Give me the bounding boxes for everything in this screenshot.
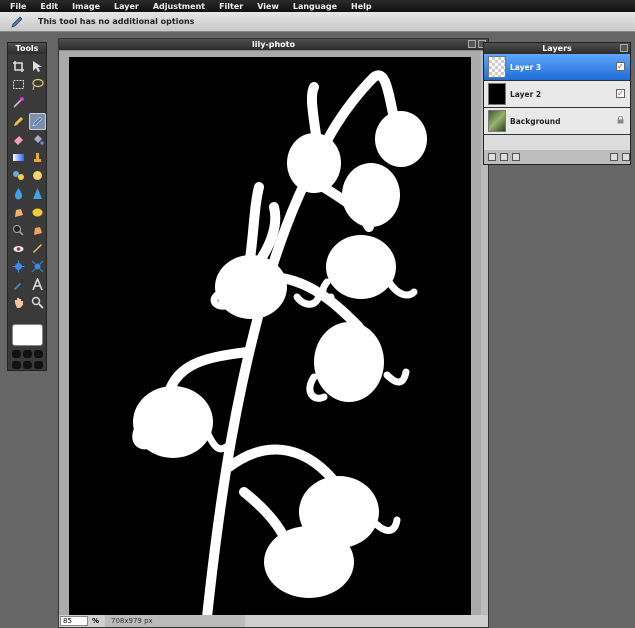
burn-tool-icon[interactable] bbox=[29, 222, 46, 239]
layer-row-layer-2[interactable]: Layer 2 ✓ bbox=[484, 81, 630, 108]
layer-name: Layer 2 bbox=[510, 89, 542, 99]
menu-image[interactable]: Image bbox=[72, 2, 100, 11]
color-swatch[interactable] bbox=[12, 324, 43, 346]
menu-language[interactable]: Language bbox=[293, 2, 337, 11]
drawing-tool-icon[interactable] bbox=[29, 167, 46, 184]
color-picker-icon[interactable] bbox=[10, 276, 27, 293]
crop-tool-icon[interactable] bbox=[10, 58, 27, 75]
pencil-tool-icon[interactable] bbox=[10, 113, 27, 130]
menu-filter[interactable]: Filter bbox=[219, 2, 243, 11]
image-dimensions: 708x979 px bbox=[105, 615, 246, 627]
tools-panel: Tools bbox=[7, 42, 47, 371]
black-thumbnail bbox=[488, 83, 506, 105]
layers-toolbar bbox=[484, 150, 630, 164]
visibility-checkbox[interactable]: ✓ bbox=[616, 89, 625, 98]
zoom-input[interactable]: 85 bbox=[60, 616, 88, 626]
swatch-options[interactable] bbox=[12, 350, 44, 370]
blur-tool-icon[interactable] bbox=[10, 185, 27, 202]
tool-options-message: This tool has no additional options bbox=[38, 17, 195, 26]
document-title: lily-photo bbox=[59, 39, 488, 50]
layer-name: Layer 3 bbox=[510, 62, 542, 72]
magic-wand-icon[interactable] bbox=[10, 94, 27, 111]
menu-edit[interactable]: Edit bbox=[40, 2, 58, 11]
photo-thumbnail bbox=[488, 110, 506, 132]
layer-style-icon[interactable] bbox=[500, 153, 508, 161]
close-icon[interactable] bbox=[620, 44, 628, 52]
menu-adjustment[interactable]: Adjustment bbox=[153, 2, 205, 11]
layer-row-layer-3[interactable]: Layer 3 ✓ bbox=[484, 54, 630, 81]
layers-panel: Layers Layer 3 ✓ Layer 2 ✓ Background bbox=[483, 42, 631, 165]
menu-help[interactable]: Help bbox=[351, 2, 372, 11]
menu-view[interactable]: View bbox=[257, 2, 279, 11]
marquee-tool-icon[interactable] bbox=[10, 76, 27, 93]
pinch-tool-icon[interactable] bbox=[29, 258, 46, 275]
spot-heal-icon[interactable] bbox=[29, 240, 46, 257]
document-window: lily-photo 85 % 708x979 px bbox=[58, 38, 489, 628]
layers-title-text: Layers bbox=[542, 44, 572, 53]
layer-settings-icon[interactable] bbox=[488, 153, 496, 161]
tools-panel-title: Tools bbox=[8, 43, 46, 54]
fill-tool-icon[interactable] bbox=[29, 131, 46, 148]
pencil-icon bbox=[10, 15, 24, 29]
dodge-tool-icon[interactable] bbox=[10, 222, 27, 239]
blank-tool-slot bbox=[29, 94, 46, 111]
brush-tool-icon[interactable] bbox=[29, 112, 46, 130]
type-tool-icon[interactable] bbox=[29, 276, 46, 293]
color-replace-icon[interactable] bbox=[10, 167, 27, 184]
sharpen-tool-icon[interactable] bbox=[29, 185, 46, 202]
zoom-tool-icon[interactable] bbox=[29, 294, 46, 311]
tool-options-bar: This tool has no additional options bbox=[0, 12, 635, 32]
lily-silhouette-image[interactable] bbox=[69, 57, 471, 615]
hand-tool-icon[interactable] bbox=[10, 294, 27, 311]
new-layer-icon[interactable] bbox=[610, 153, 618, 161]
layer-mask-icon[interactable] bbox=[512, 153, 520, 161]
menu-file[interactable]: File bbox=[10, 2, 26, 11]
menu-layer[interactable]: Layer bbox=[114, 2, 139, 11]
zoom-unit: % bbox=[92, 617, 100, 625]
lock-icon bbox=[617, 116, 624, 124]
move-tool-icon[interactable] bbox=[29, 58, 46, 75]
eraser-tool-icon[interactable] bbox=[10, 131, 27, 148]
menu-bar: File Edit Image Layer Adjustment Filter … bbox=[0, 0, 635, 12]
transparent-thumbnail bbox=[488, 56, 506, 78]
stamp-tool-icon[interactable] bbox=[29, 149, 46, 166]
zoom-value: 85 bbox=[63, 617, 72, 625]
gradient-tool-icon[interactable] bbox=[10, 149, 27, 166]
red-eye-tool-icon[interactable] bbox=[10, 240, 27, 257]
delete-layer-icon[interactable] bbox=[622, 153, 630, 161]
visibility-checkbox[interactable]: ✓ bbox=[616, 62, 625, 71]
lasso-tool-icon[interactable] bbox=[29, 76, 46, 93]
layers-panel-title: Layers bbox=[484, 43, 630, 54]
canvas-area[interactable] bbox=[59, 51, 488, 615]
maximize-icon[interactable] bbox=[468, 40, 476, 48]
layer-name: Background bbox=[510, 116, 561, 126]
bloat-tool-icon[interactable] bbox=[10, 258, 27, 275]
status-bar: 85 % 708x979 px bbox=[59, 615, 488, 627]
sponge-tool-icon[interactable] bbox=[29, 204, 46, 221]
smudge-tool-icon[interactable] bbox=[10, 204, 27, 221]
document-title-text: lily-photo bbox=[252, 40, 295, 49]
layer-row-background[interactable]: Background bbox=[484, 108, 630, 135]
